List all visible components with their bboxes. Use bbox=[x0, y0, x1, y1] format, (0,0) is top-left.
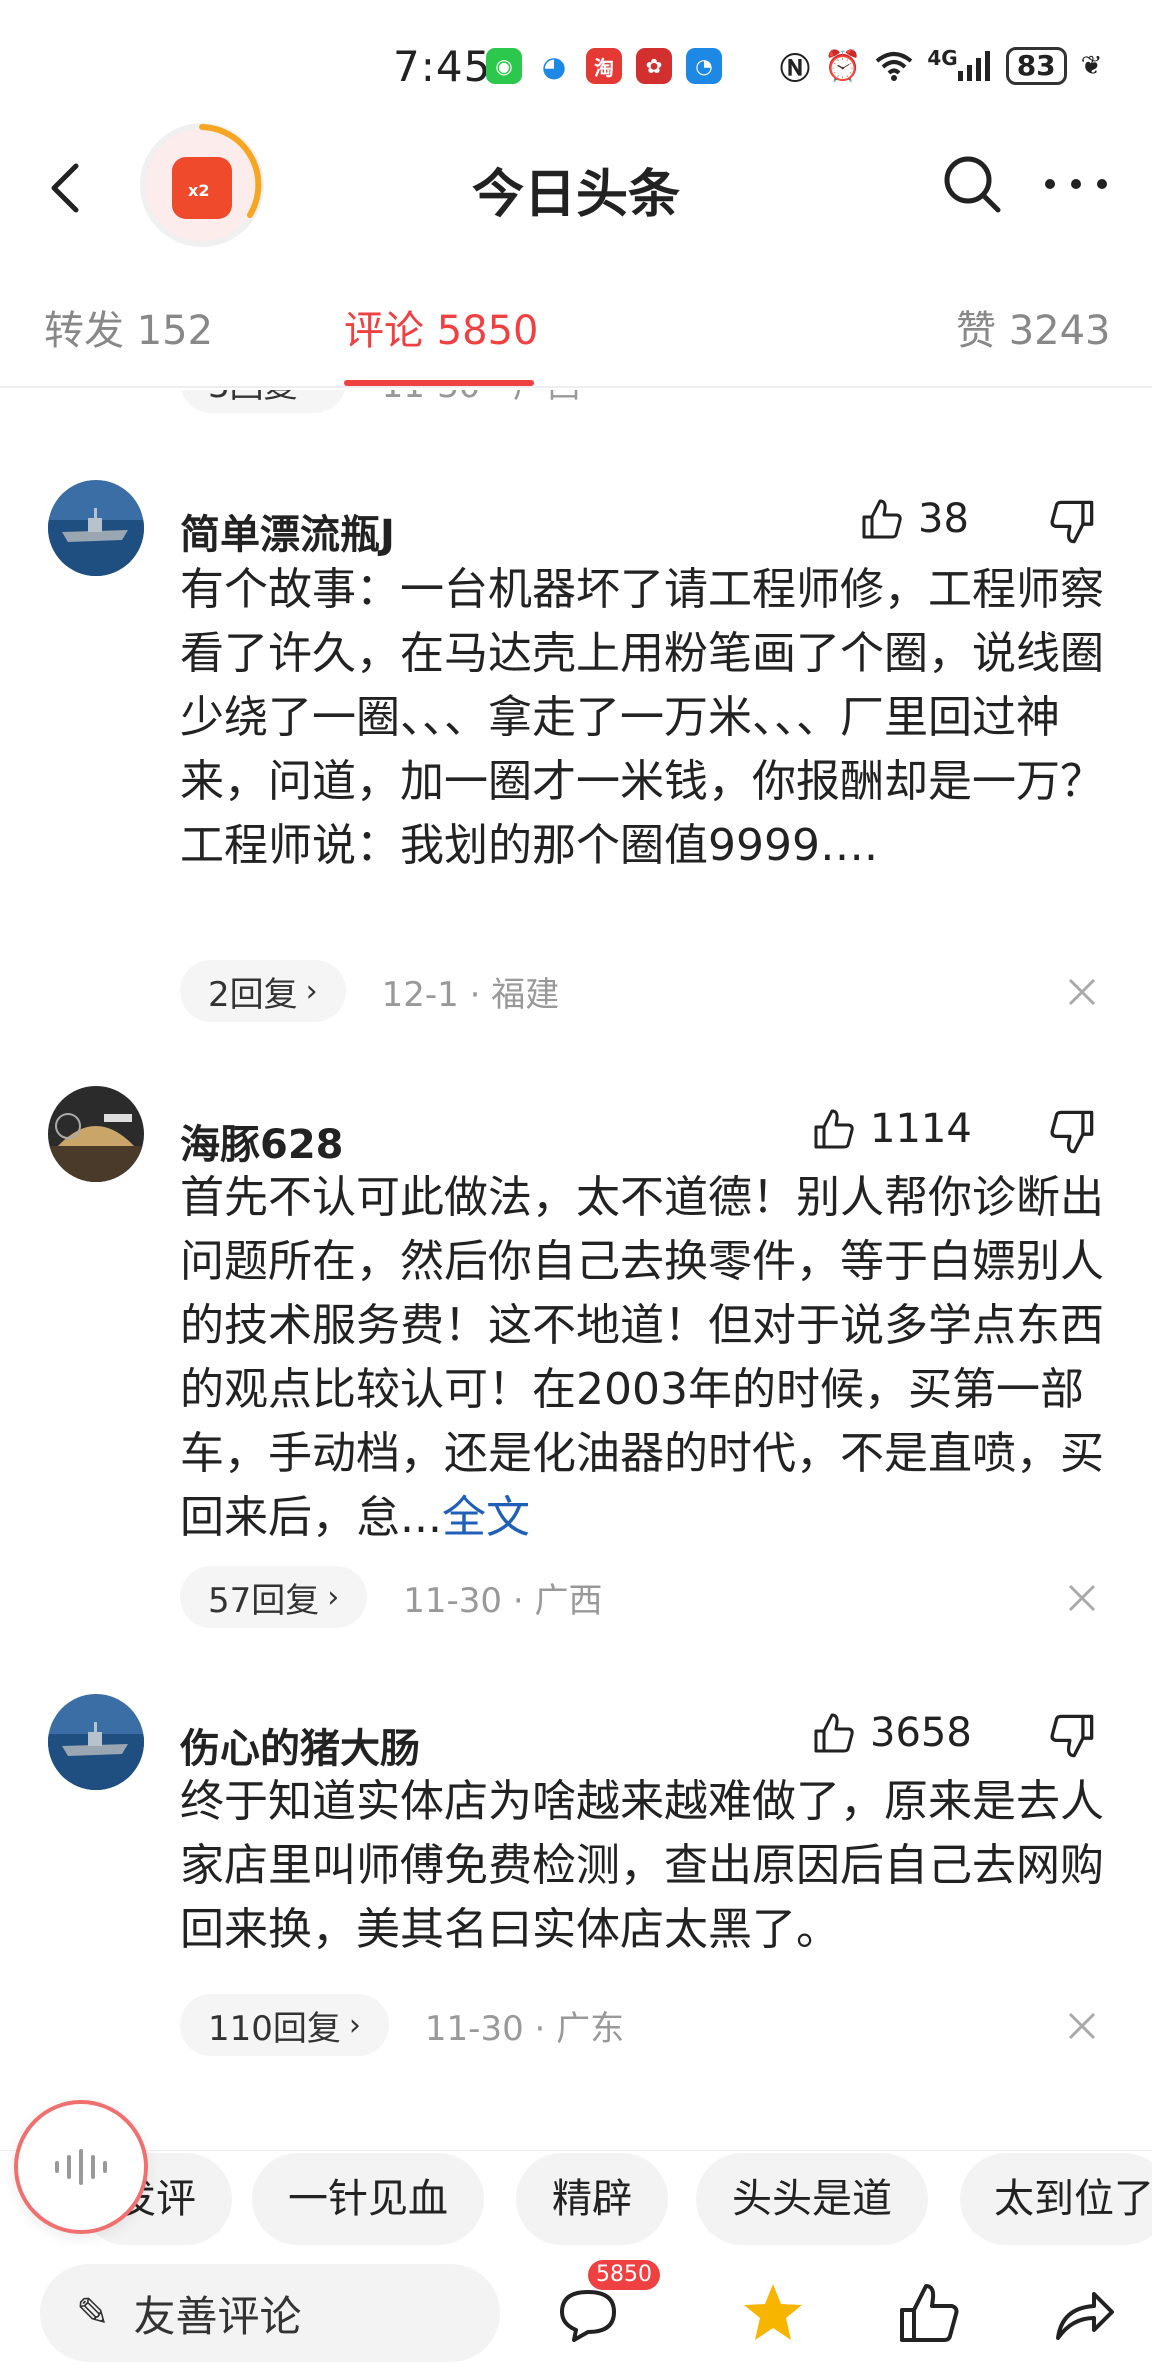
comment-meta-row: 57回复 › 11-30 · 广西 bbox=[180, 1566, 602, 1628]
comment-date-location: 12-1 · 福建 bbox=[381, 974, 560, 1015]
quick-reply-chip[interactable]: 太到位了 bbox=[960, 2153, 1152, 2245]
avatar-warship-image bbox=[48, 480, 144, 576]
thumbs-down-icon[interactable] bbox=[1048, 498, 1096, 546]
avatar[interactable] bbox=[48, 1694, 144, 1790]
thumbs-up-icon bbox=[862, 499, 902, 539]
like-count: 38 bbox=[918, 496, 969, 542]
thumbs-down-icon[interactable] bbox=[1048, 1712, 1096, 1760]
quick-reply-bar: 发评 一针见血 精辟 头头是道 太到位了 bbox=[0, 2150, 1152, 2250]
full-text-link[interactable]: 全文 bbox=[442, 1492, 530, 1543]
comment-body: 有个故事：一台机器坏了请工程师修，工程师察看了许久，在马达壳上用粉笔画了个圈，说… bbox=[180, 564, 1104, 871]
comment-list[interactable]: 3回复 › 11-30 · 广西 简单漂流瓶J 38 有个故事：一台机器坏了请工程… bbox=[0, 390, 1152, 2130]
network-type: 4G bbox=[927, 46, 958, 70]
alarm-icon: ⏰ bbox=[824, 48, 862, 84]
tab-comments[interactable]: 评论 5850 bbox=[344, 298, 539, 356]
waveform-icon bbox=[55, 2149, 107, 2185]
replies-button[interactable]: 2回复 › bbox=[180, 960, 346, 1022]
replies-button[interactable]: 57回复 › bbox=[180, 1566, 368, 1628]
comment-item: 伤心的猪大肠 3658 终于知道实体店为啥越来越难做了，原来是去人家店里叫师傅免… bbox=[0, 1694, 1152, 2114]
thumbs-up-icon bbox=[814, 1109, 854, 1149]
thumbs-up-icon bbox=[814, 1713, 854, 1753]
replies-label: 110回复 bbox=[208, 2008, 341, 2049]
thumbs-up-icon[interactable] bbox=[894, 2278, 964, 2348]
comment-date-location: 11-30 · 广西 bbox=[403, 1580, 603, 1621]
close-icon[interactable] bbox=[1066, 2010, 1098, 2042]
comment-body: 终于知道实体店为啥越来越难做了，原来是去人家店里叫师傅免费检测，查出原因后自己去… bbox=[180, 1776, 1104, 1955]
commenter-name[interactable]: 海豚628 bbox=[180, 1112, 344, 1170]
quick-reply-chip[interactable]: 一针见血 bbox=[252, 2153, 484, 2245]
wechat-icon: ◉ bbox=[486, 48, 522, 84]
voice-input-button[interactable] bbox=[14, 2100, 148, 2234]
taobao-icon: 淘 bbox=[586, 48, 622, 84]
tab-indicator bbox=[344, 380, 534, 386]
comment-count-badge: 5850 bbox=[588, 2260, 660, 2290]
status-app-icons: ◉ ◕ 淘 ✿ ◔ bbox=[486, 48, 722, 84]
partial-comment-meta: 3回复 › 11-30 · 广西 bbox=[180, 390, 581, 413]
status-time: 7:45 bbox=[393, 42, 492, 91]
comment-meta-row: 2回复 › 12-1 · 福建 bbox=[180, 960, 559, 1022]
tab-bar: 转发 152 评论 5850 赞 3243 bbox=[0, 288, 1152, 388]
avatar[interactable] bbox=[48, 480, 144, 576]
comment-body: 首先不认可此做法，太不道德！别人帮你诊断出问题所在，然后你自己去换零件，等于白嫖… bbox=[180, 1172, 1104, 1543]
chevron-right-icon: › bbox=[306, 390, 318, 400]
replies-label: 3回复 bbox=[208, 390, 298, 407]
quick-reply-chip[interactable]: 精辟 bbox=[516, 2153, 668, 2245]
comment-item: 海豚628 1114 首先不认可此做法，太不道德！别人帮你诊断出问题所在，然后你… bbox=[0, 1086, 1152, 1706]
comment-text: 首先不认可此做法，太不道德！别人帮你诊断出问题所在，然后你自己去换零件，等于白嫖… bbox=[180, 1166, 1130, 1550]
browser-icon: ◕ bbox=[536, 48, 572, 84]
replies-button[interactable]: 3回复 › bbox=[180, 390, 346, 413]
avatar-warship-image bbox=[48, 1694, 144, 1790]
comment-meta-row: 110回复 › 11-30 · 广东 bbox=[180, 1994, 624, 2056]
app-icon: ✿ bbox=[636, 48, 672, 84]
battery-indicator: 83 bbox=[1005, 47, 1067, 85]
close-icon[interactable] bbox=[1066, 976, 1098, 1008]
commenter-name[interactable]: 伤心的猪大肠 bbox=[180, 1716, 420, 1774]
top-nav: x2 今日头条 bbox=[0, 120, 1152, 260]
like-count: 1114 bbox=[870, 1106, 972, 1152]
comment-date-location: 11-30 · 广东 bbox=[424, 2008, 625, 2049]
leaf-icon: ❦ bbox=[1080, 51, 1103, 81]
comment-meta: 11-30 · 广西 bbox=[382, 390, 581, 407]
replies-button[interactable]: 110回复 › bbox=[180, 1994, 389, 2056]
comment-text: 有个故事：一台机器坏了请工程师修，工程师察看了许久，在马达壳上用粉笔画了个圈，说… bbox=[180, 558, 1110, 878]
search-icon[interactable] bbox=[940, 152, 1004, 216]
comment-input[interactable]: ✎ 友善评论 bbox=[40, 2264, 500, 2362]
like-button[interactable]: 38 bbox=[860, 496, 969, 542]
close-icon[interactable] bbox=[1066, 1582, 1098, 1614]
wifi-icon bbox=[876, 52, 913, 81]
comment-item: 简单漂流瓶J 38 有个故事：一台机器坏了请工程师修，工程师察看了许久，在马达壳… bbox=[0, 480, 1152, 1040]
chevron-right-icon: › bbox=[305, 973, 318, 1009]
comment-input-placeholder: 友善评论 bbox=[133, 2291, 302, 2341]
tab-reposts[interactable]: 转发 152 bbox=[44, 298, 213, 356]
quick-reply-chip[interactable]: 头头是道 bbox=[696, 2153, 928, 2245]
replies-label: 57回复 bbox=[208, 1580, 320, 1621]
more-icon[interactable] bbox=[1040, 160, 1112, 208]
alipay-icon: ◔ bbox=[686, 48, 722, 84]
avatar[interactable] bbox=[48, 1086, 144, 1182]
replies-label: 2回复 bbox=[208, 974, 298, 1015]
like-button[interactable]: 3658 bbox=[812, 1710, 972, 1756]
like-button[interactable]: 1114 bbox=[812, 1106, 972, 1152]
avatar-night-building-image bbox=[48, 1086, 144, 1182]
thumbs-down-icon[interactable] bbox=[1048, 1108, 1096, 1156]
chevron-right-icon: › bbox=[348, 2007, 361, 2043]
chevron-right-icon: › bbox=[327, 1579, 340, 1615]
commenter-name[interactable]: 简单漂流瓶J bbox=[180, 502, 395, 560]
nfc-icon: Ⓝ bbox=[780, 52, 810, 87]
pen-icon: ✎ bbox=[76, 2290, 110, 2336]
like-count: 3658 bbox=[870, 1710, 972, 1756]
tab-likes[interactable]: 赞 3243 bbox=[956, 298, 1111, 356]
status-bar: 7:45 ◉ ◕ 淘 ✿ ◔ Ⓝ ⏰ 4G 83 ❦ bbox=[0, 0, 1152, 120]
status-right: Ⓝ ⏰ 4G 83 ❦ bbox=[780, 44, 1102, 88]
star-icon[interactable] bbox=[738, 2278, 808, 2348]
signal-icon bbox=[957, 51, 990, 81]
bottom-action-bar: ✎ 友善评论 5850 bbox=[0, 2250, 1152, 2376]
share-icon[interactable] bbox=[1048, 2278, 1118, 2348]
comment-text: 终于知道实体店为啥越来越难做了，原来是去人家店里叫师傅免费检测，查出原因后自己去… bbox=[180, 1770, 1110, 1962]
